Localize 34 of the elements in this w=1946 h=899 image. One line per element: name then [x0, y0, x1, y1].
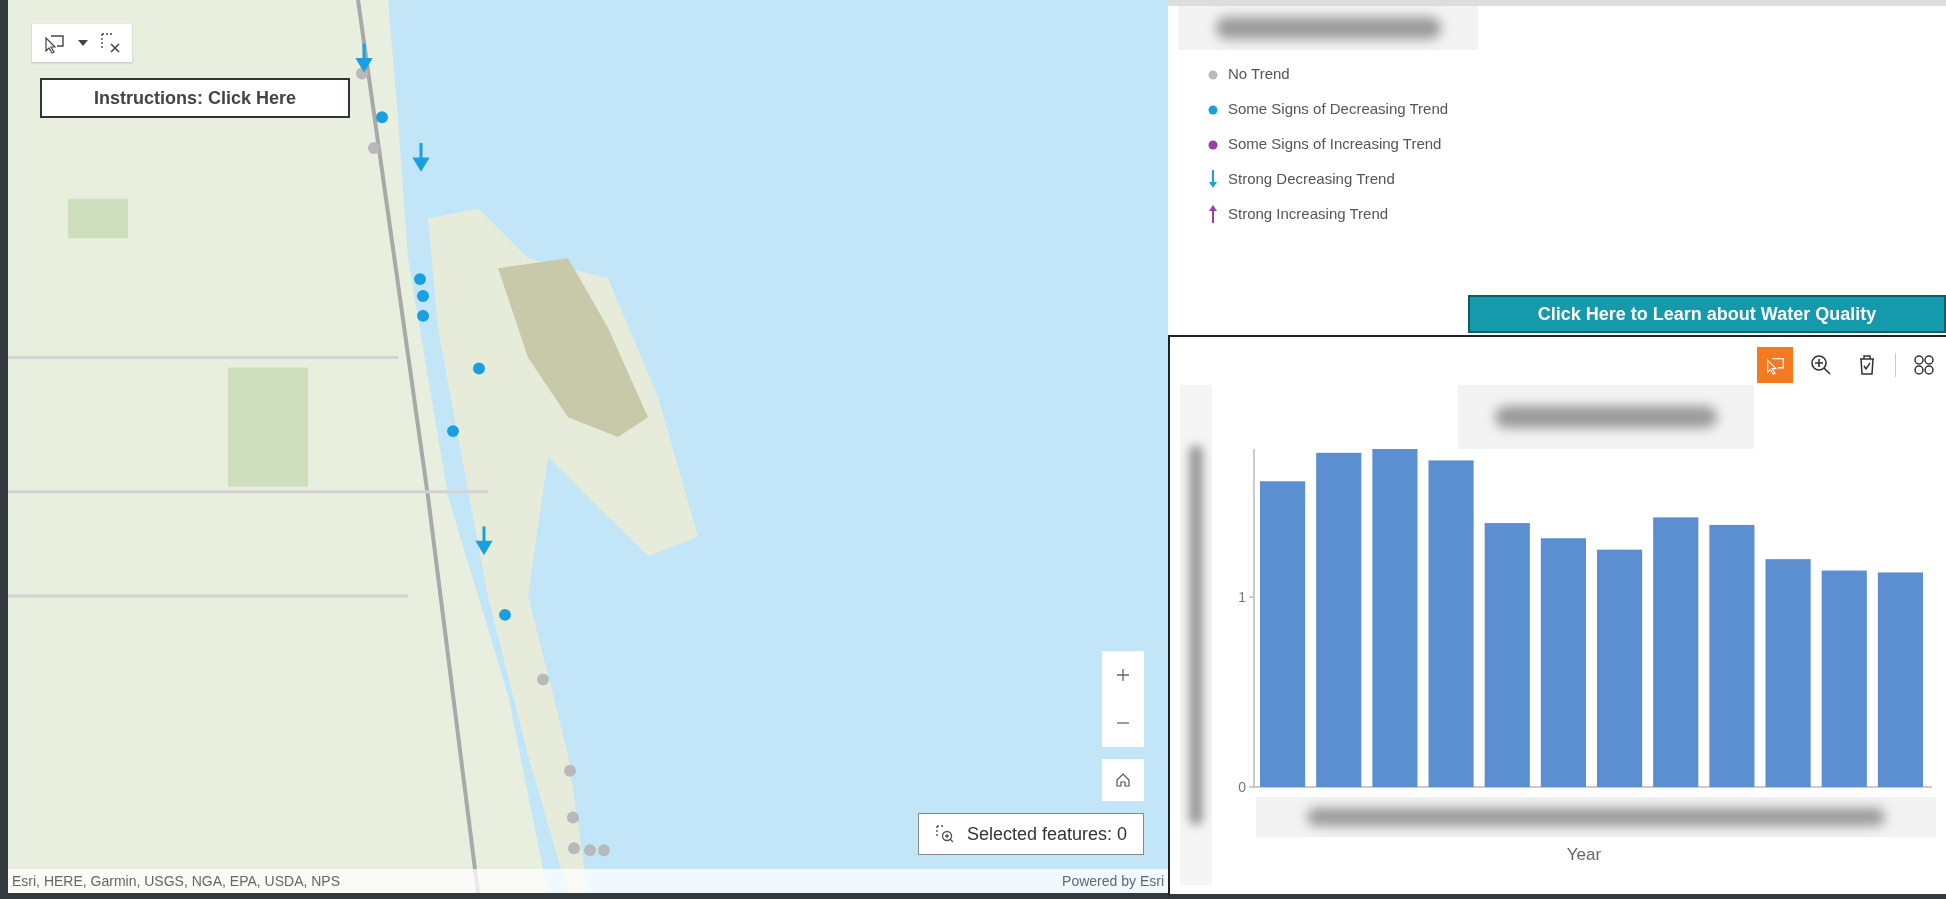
caret-icon[interactable]	[78, 40, 88, 46]
chart-bar[interactable]	[1597, 549, 1643, 787]
clear-selection-icon[interactable]	[100, 32, 122, 54]
select-tool-button[interactable]	[1757, 347, 1793, 383]
home-icon	[1115, 772, 1131, 788]
chart-bar[interactable]	[1877, 572, 1923, 787]
legend-label: Some Signs of Decreasing Trend	[1228, 100, 1449, 117]
chart-bar[interactable]	[1316, 452, 1362, 787]
chart-bar[interactable]	[1484, 523, 1530, 787]
home-button[interactable]	[1102, 759, 1144, 801]
chart-bar[interactable]	[1765, 559, 1811, 787]
chart-bar[interactable]	[1540, 538, 1586, 787]
grid-icon	[1913, 354, 1935, 376]
zoom-to-selection-icon	[934, 824, 955, 844]
legend-label: Strong Increasing Trend	[1228, 205, 1389, 222]
x-axis-title: Year	[1566, 845, 1602, 865]
zoom-in-icon	[1810, 354, 1832, 376]
legend-label: Strong Decreasing Trend	[1228, 170, 1395, 187]
chart-bar[interactable]	[1372, 449, 1418, 787]
chart-bar[interactable]	[1653, 517, 1699, 787]
attribution-text: Esri, HERE, Garmin, USGS, NGA, EPA, USDA, NPS	[12, 873, 341, 889]
selected-features-button[interactable]: Selected features: 0	[917, 813, 1144, 855]
legend-label: No Trend	[1228, 65, 1290, 82]
chart-bar[interactable]	[1428, 460, 1474, 787]
y-tick-label: 1	[1238, 589, 1246, 606]
legend-label: Some Signs of Increasing Trend	[1228, 135, 1442, 152]
powered-by-link[interactable]: Powered by Esri	[1062, 873, 1164, 889]
zoom-in-icon[interactable]	[1116, 668, 1130, 682]
instructions-button[interactable]: Instructions: Click Here	[40, 78, 350, 118]
chart-bar[interactable]	[1260, 481, 1306, 787]
chart-bar[interactable]	[1821, 570, 1867, 787]
y-tick-label: 0	[1238, 779, 1246, 795]
chart-bar[interactable]	[1709, 524, 1755, 787]
select-tool-icon[interactable]	[42, 32, 66, 54]
